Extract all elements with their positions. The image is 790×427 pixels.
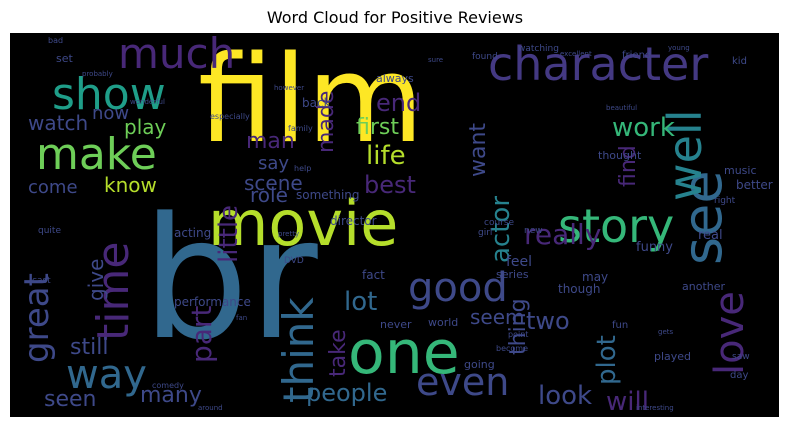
word-kid: kid (732, 56, 747, 67)
word-better: better (736, 178, 773, 192)
word-life: life (366, 141, 406, 171)
figure: Word Cloud for Positive Reviews br film … (0, 0, 790, 427)
word-day: day (730, 370, 749, 381)
word-watch: watch (28, 111, 89, 135)
word-two: two (526, 307, 570, 335)
chart-title: Word Cloud for Positive Reviews (266, 8, 524, 27)
word-young: young (668, 44, 690, 52)
word-quite: quite (38, 226, 61, 236)
word-excellent: excellent (560, 50, 592, 58)
word-now: now (92, 103, 130, 124)
word-fun: fun (612, 320, 629, 331)
word-people: people (306, 379, 388, 407)
word-play: play (124, 115, 167, 139)
word-fan: fan (236, 314, 248, 322)
word-beautiful: beautiful (606, 104, 638, 112)
word-interesting: interesting (636, 404, 674, 412)
word-found: found (472, 52, 498, 62)
word-funny: funny (636, 240, 673, 255)
word-watching: watching (518, 44, 559, 54)
word-point: point (508, 330, 529, 339)
word-sure: sure (428, 56, 444, 64)
word-plot: plot (592, 335, 622, 385)
word-girl: girl (478, 228, 493, 238)
word-fact: fact (362, 268, 385, 282)
word-always: always (376, 72, 414, 85)
word-role: role (250, 183, 288, 207)
word-music: music (724, 164, 757, 177)
word-work: work (612, 113, 675, 143)
word-going: going (464, 358, 495, 371)
word-much: much (118, 33, 236, 78)
word-good: good (408, 265, 508, 311)
word-give: give (84, 258, 108, 301)
word-back: back (302, 96, 331, 110)
word-performance: performance (174, 295, 251, 309)
word-around: around (198, 404, 223, 412)
word-still: still (70, 335, 109, 360)
word-however: however (274, 84, 305, 92)
word-never: never (380, 318, 412, 331)
word-new: new (524, 226, 543, 236)
word-bad: bad (48, 36, 64, 45)
word-friend: friend (622, 50, 652, 61)
word-love: love (707, 291, 753, 375)
word-know: know (104, 173, 157, 197)
word-become: become (496, 344, 529, 353)
word-say: say (258, 153, 290, 174)
word-pretty: pretty (278, 230, 300, 238)
word-world: world (428, 316, 459, 329)
word-make: make (36, 129, 157, 180)
word-seem: seem (470, 305, 525, 329)
word-right: right (714, 196, 736, 206)
word-comedy: comedy (152, 381, 184, 390)
word-something: something (296, 188, 360, 202)
word-first: first (356, 115, 399, 140)
word-probably: probably (82, 70, 113, 78)
word-especially: especially (210, 112, 250, 121)
word-series: series (496, 268, 529, 281)
word-lot: lot (344, 287, 378, 317)
word-played: played (654, 350, 692, 363)
word-dvd: DVD (284, 256, 304, 266)
word-another: another (682, 280, 726, 293)
word-thought: thought (598, 149, 642, 162)
word-set: set (56, 52, 73, 65)
word-great: great (17, 273, 57, 363)
word-seen: seen (44, 387, 97, 412)
word-gets: gets (658, 328, 674, 336)
word-family: family (288, 124, 313, 133)
word-wonderful: wonderful (130, 98, 165, 106)
word-saw: saw (732, 352, 750, 362)
word-director: director (330, 214, 377, 228)
word-cloud: br film movie one character see show mak… (10, 33, 779, 417)
word-want: want (466, 122, 491, 177)
word-end: end (376, 89, 422, 117)
word-cast: cast (32, 276, 51, 286)
word-man: man (246, 129, 295, 154)
word-though: though (558, 282, 601, 296)
word-course: course (484, 218, 515, 228)
word-best: best (364, 171, 416, 199)
word-look: look (538, 381, 593, 411)
word-even: even (416, 360, 510, 404)
word-take: take (326, 329, 351, 377)
word-little: little (214, 204, 244, 263)
word-part: part (185, 305, 218, 363)
word-come: come (28, 177, 78, 198)
word-real: real (698, 228, 723, 243)
word-help: help (294, 164, 312, 173)
word-acting: acting (174, 226, 212, 240)
word-feel: feel (506, 254, 533, 270)
